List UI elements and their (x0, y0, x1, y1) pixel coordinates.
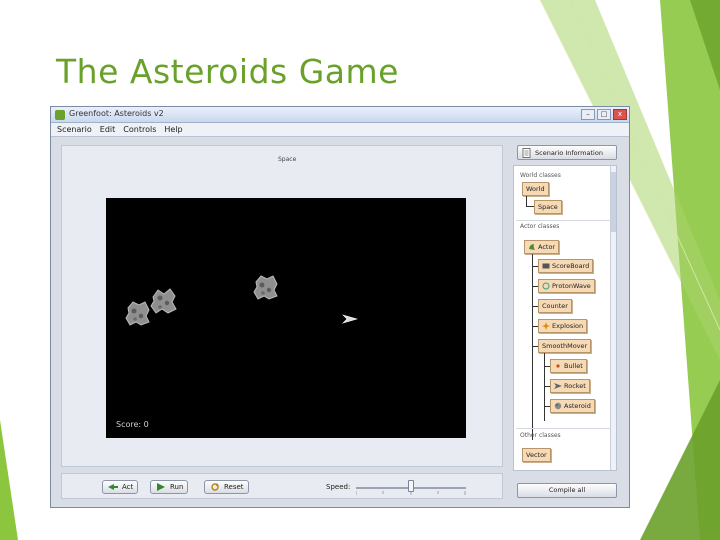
compile-all-button[interactable]: Compile all (517, 483, 617, 498)
play-icon (157, 483, 165, 491)
class-name: Vector (526, 451, 547, 459)
class-space[interactable]: Space (534, 200, 562, 214)
class-scoreboard[interactable]: ScoreBoard (538, 259, 594, 273)
reset-button[interactable]: Reset (204, 480, 249, 494)
class-name: World (526, 185, 545, 193)
class-protonwave[interactable]: ProtonWave (538, 279, 595, 293)
scrollbar-thumb[interactable] (611, 172, 616, 232)
class-counter[interactable]: Counter (538, 299, 572, 313)
actor-icon (529, 244, 535, 250)
window-title: Greenfoot: Asteroids v2 (69, 109, 164, 118)
class-smoothmover[interactable]: SmoothMover (538, 339, 592, 353)
minimize-button[interactable]: – (581, 109, 595, 120)
other-classes-label: Other classes (520, 432, 561, 439)
class-name: SmoothMover (542, 342, 588, 350)
class-name: Asteroid (564, 402, 591, 410)
class-world[interactable]: World (522, 182, 549, 196)
class-name: ProtonWave (552, 282, 591, 290)
reset-label: Reset (224, 483, 244, 491)
class-explosion[interactable]: Explosion (538, 319, 588, 333)
class-name: Rocket (564, 382, 586, 390)
control-bar: Act Run Reset Speed: (61, 473, 503, 499)
class-name: Space (538, 203, 558, 211)
menu-controls[interactable]: Controls (123, 123, 156, 136)
close-button[interactable]: x (613, 109, 627, 120)
bullet-icon (556, 364, 560, 368)
greenfoot-app-icon (55, 110, 65, 120)
class-rocket[interactable]: Rocket (550, 379, 590, 393)
asteroid-icon (554, 402, 562, 410)
scenario-information-button[interactable]: Scenario Information (517, 145, 617, 160)
greenfoot-window: Greenfoot: Asteroids v2 – □ x Scenario E… (50, 106, 630, 508)
tree-connector (532, 254, 533, 440)
window-buttons: – □ x (581, 109, 627, 120)
actor-classes-label: Actor classes (520, 223, 560, 230)
menu-help[interactable]: Help (164, 123, 182, 136)
world-area: Space Score: 0 (61, 145, 503, 467)
rocket-icon (554, 383, 562, 389)
game-world-canvas[interactable]: Score: 0 (106, 198, 466, 438)
speed-slider-thumb[interactable] (408, 480, 414, 492)
explosion-icon (542, 322, 550, 330)
class-vector[interactable]: Vector (522, 448, 551, 462)
step-icon (108, 484, 118, 490)
group-divider (516, 220, 610, 221)
class-asteroid[interactable]: Asteroid (550, 399, 595, 413)
class-panel-scrollbar[interactable] (610, 166, 616, 470)
wave-icon (542, 282, 550, 290)
scenario-information-label: Scenario Information (535, 148, 603, 157)
menu-bar: Scenario Edit Controls Help (51, 123, 629, 137)
window-titlebar[interactable]: Greenfoot: Asteroids v2 – □ x (51, 107, 629, 123)
menu-edit[interactable]: Edit (100, 123, 116, 136)
class-actor[interactable]: Actor (524, 240, 560, 254)
tree-connector (544, 353, 545, 421)
class-browser: Scenario Information World classes World… (511, 145, 621, 499)
world-classes-label: World classes (520, 172, 561, 179)
reset-icon (211, 483, 219, 491)
run-label: Run (170, 483, 184, 491)
asteroid-sprite[interactable] (148, 286, 178, 316)
menu-scenario[interactable]: Scenario (57, 123, 92, 136)
act-button[interactable]: Act (102, 480, 139, 494)
group-divider (516, 428, 610, 429)
scoreboard-icon (542, 263, 550, 269)
world-caption: Space (278, 156, 297, 163)
tree-connector (526, 206, 534, 207)
rocket-sprite[interactable] (342, 314, 358, 324)
class-bullet[interactable]: Bullet (550, 359, 587, 373)
tree-connector (526, 196, 527, 206)
document-icon (522, 147, 531, 158)
slide-decoration-left (0, 420, 18, 540)
act-label: Act (122, 483, 134, 491)
score-display: Score: 0 (116, 420, 149, 429)
class-name: Explosion (552, 322, 584, 330)
slide-title: The Asteroids Game (56, 52, 399, 91)
class-name: Bullet (564, 362, 583, 370)
run-button[interactable]: Run (150, 480, 189, 494)
asteroid-sprite[interactable] (250, 272, 280, 302)
class-panel: World classes World Space Actor classes … (513, 165, 617, 471)
class-name: Counter (542, 302, 568, 310)
maximize-button[interactable]: □ (597, 109, 611, 120)
speed-label: Speed: (326, 483, 351, 491)
class-name: Actor (538, 243, 556, 251)
class-name: ScoreBoard (552, 262, 590, 270)
